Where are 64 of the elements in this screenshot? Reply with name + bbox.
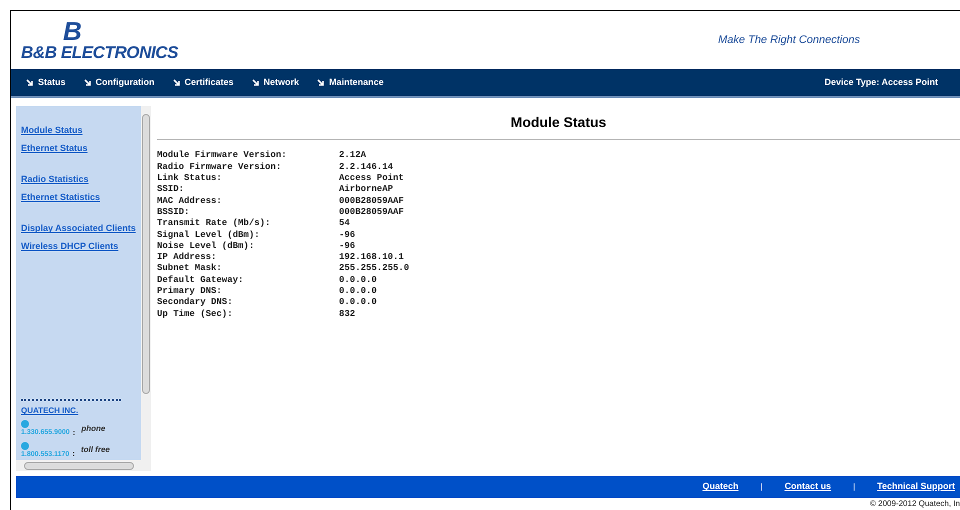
field-value: 2.12A xyxy=(339,150,366,162)
company-link[interactable]: QUATECH INC. xyxy=(21,405,141,418)
sidebar-link[interactable]: Wireless DHCP Clients xyxy=(21,240,141,254)
page-title: Module Status xyxy=(510,113,606,132)
arrow-icon xyxy=(317,78,326,87)
field-value: 2.2.146.14 xyxy=(339,162,394,174)
field-label: Default Gateway: xyxy=(157,274,244,286)
logo-mark: B xyxy=(63,18,82,44)
field-value: 192.168.10.1 xyxy=(339,252,404,264)
nav-link[interactable]: Network xyxy=(252,76,300,90)
nav-link[interactable]: Certificates xyxy=(172,76,234,90)
field-value: 000B28059AAF xyxy=(339,196,404,207)
device-type: Device Type: Access Point xyxy=(824,76,938,89)
field-value: 54 xyxy=(339,218,350,230)
field-value: 0.0.0.0 xyxy=(339,274,377,286)
field-value: 0.0.0.0 xyxy=(339,297,377,309)
arrow-icon xyxy=(26,78,34,87)
copyright: © 2009-2012 Quatech, In xyxy=(870,498,960,510)
footer-link[interactable]: Quatech xyxy=(702,480,738,494)
sidebar-link[interactable]: Ethernet Statistics xyxy=(21,190,141,204)
sidebar-link[interactable]: Module Status xyxy=(21,124,141,138)
field-label: MAC Address: xyxy=(157,196,223,207)
logo-text: B&B ELECTRONICS xyxy=(21,44,178,62)
horizontal-scrollbar[interactable] xyxy=(16,460,151,472)
arrow-icon xyxy=(252,78,260,87)
field-label: Link Status: xyxy=(157,173,223,184)
footer-link[interactable]: Technical Support xyxy=(877,480,955,494)
field-label: Secondary DNS: xyxy=(157,297,234,309)
nav-link[interactable]: Configuration xyxy=(84,76,155,90)
sidebar-link[interactable]: Radio Statistics xyxy=(21,173,141,187)
field-label: Subnet Mask: xyxy=(157,263,223,275)
field-value: Access Point xyxy=(339,173,404,184)
field-label: IP Address: xyxy=(157,252,218,264)
field-value: 0.0.0.0 xyxy=(339,286,377,298)
arrow-icon xyxy=(172,78,181,87)
field-value: 255.255.255.0 xyxy=(339,263,410,275)
vertical-scrollbar[interactable] xyxy=(141,106,151,460)
field-value: 000B28059AAF xyxy=(339,206,404,218)
arrow-icon xyxy=(84,78,92,87)
phone-label: toll free xyxy=(80,444,110,456)
colon-text: : xyxy=(72,448,75,460)
field-value: -96 xyxy=(339,230,356,241)
field-value: 832 xyxy=(339,308,356,320)
field-label: SSID: xyxy=(157,184,186,196)
separator: | xyxy=(760,481,763,494)
field-label: Radio Firmware Version: xyxy=(157,162,282,174)
field-label: BSSID: xyxy=(157,206,190,218)
field-value: -96 xyxy=(339,240,356,252)
tagline: Make The Right Connections xyxy=(718,32,860,48)
field-label: Module Firmware Version: xyxy=(157,150,288,162)
footer-link[interactable]: Contact us xyxy=(784,480,832,494)
field-label: Transmit Rate (Mb/s): xyxy=(157,218,272,230)
field-label: Noise Level (dBm): xyxy=(157,240,256,252)
field-label: Primary DNS: xyxy=(157,286,223,298)
separator: | xyxy=(853,481,856,494)
sidebar-link[interactable]: Ethernet Status xyxy=(21,142,141,156)
nav-link[interactable]: Status xyxy=(26,76,66,90)
nav-link[interactable]: Maintenance xyxy=(317,76,384,90)
field-value: AirborneAP xyxy=(339,184,394,196)
phone-label: phone xyxy=(81,422,106,435)
field-label: Up Time (Sec): xyxy=(157,308,234,320)
field-label: Signal Level (dBm): xyxy=(157,230,261,241)
sidebar-link[interactable]: Display Associated Clients xyxy=(21,222,141,236)
colon-text: : xyxy=(72,426,76,439)
